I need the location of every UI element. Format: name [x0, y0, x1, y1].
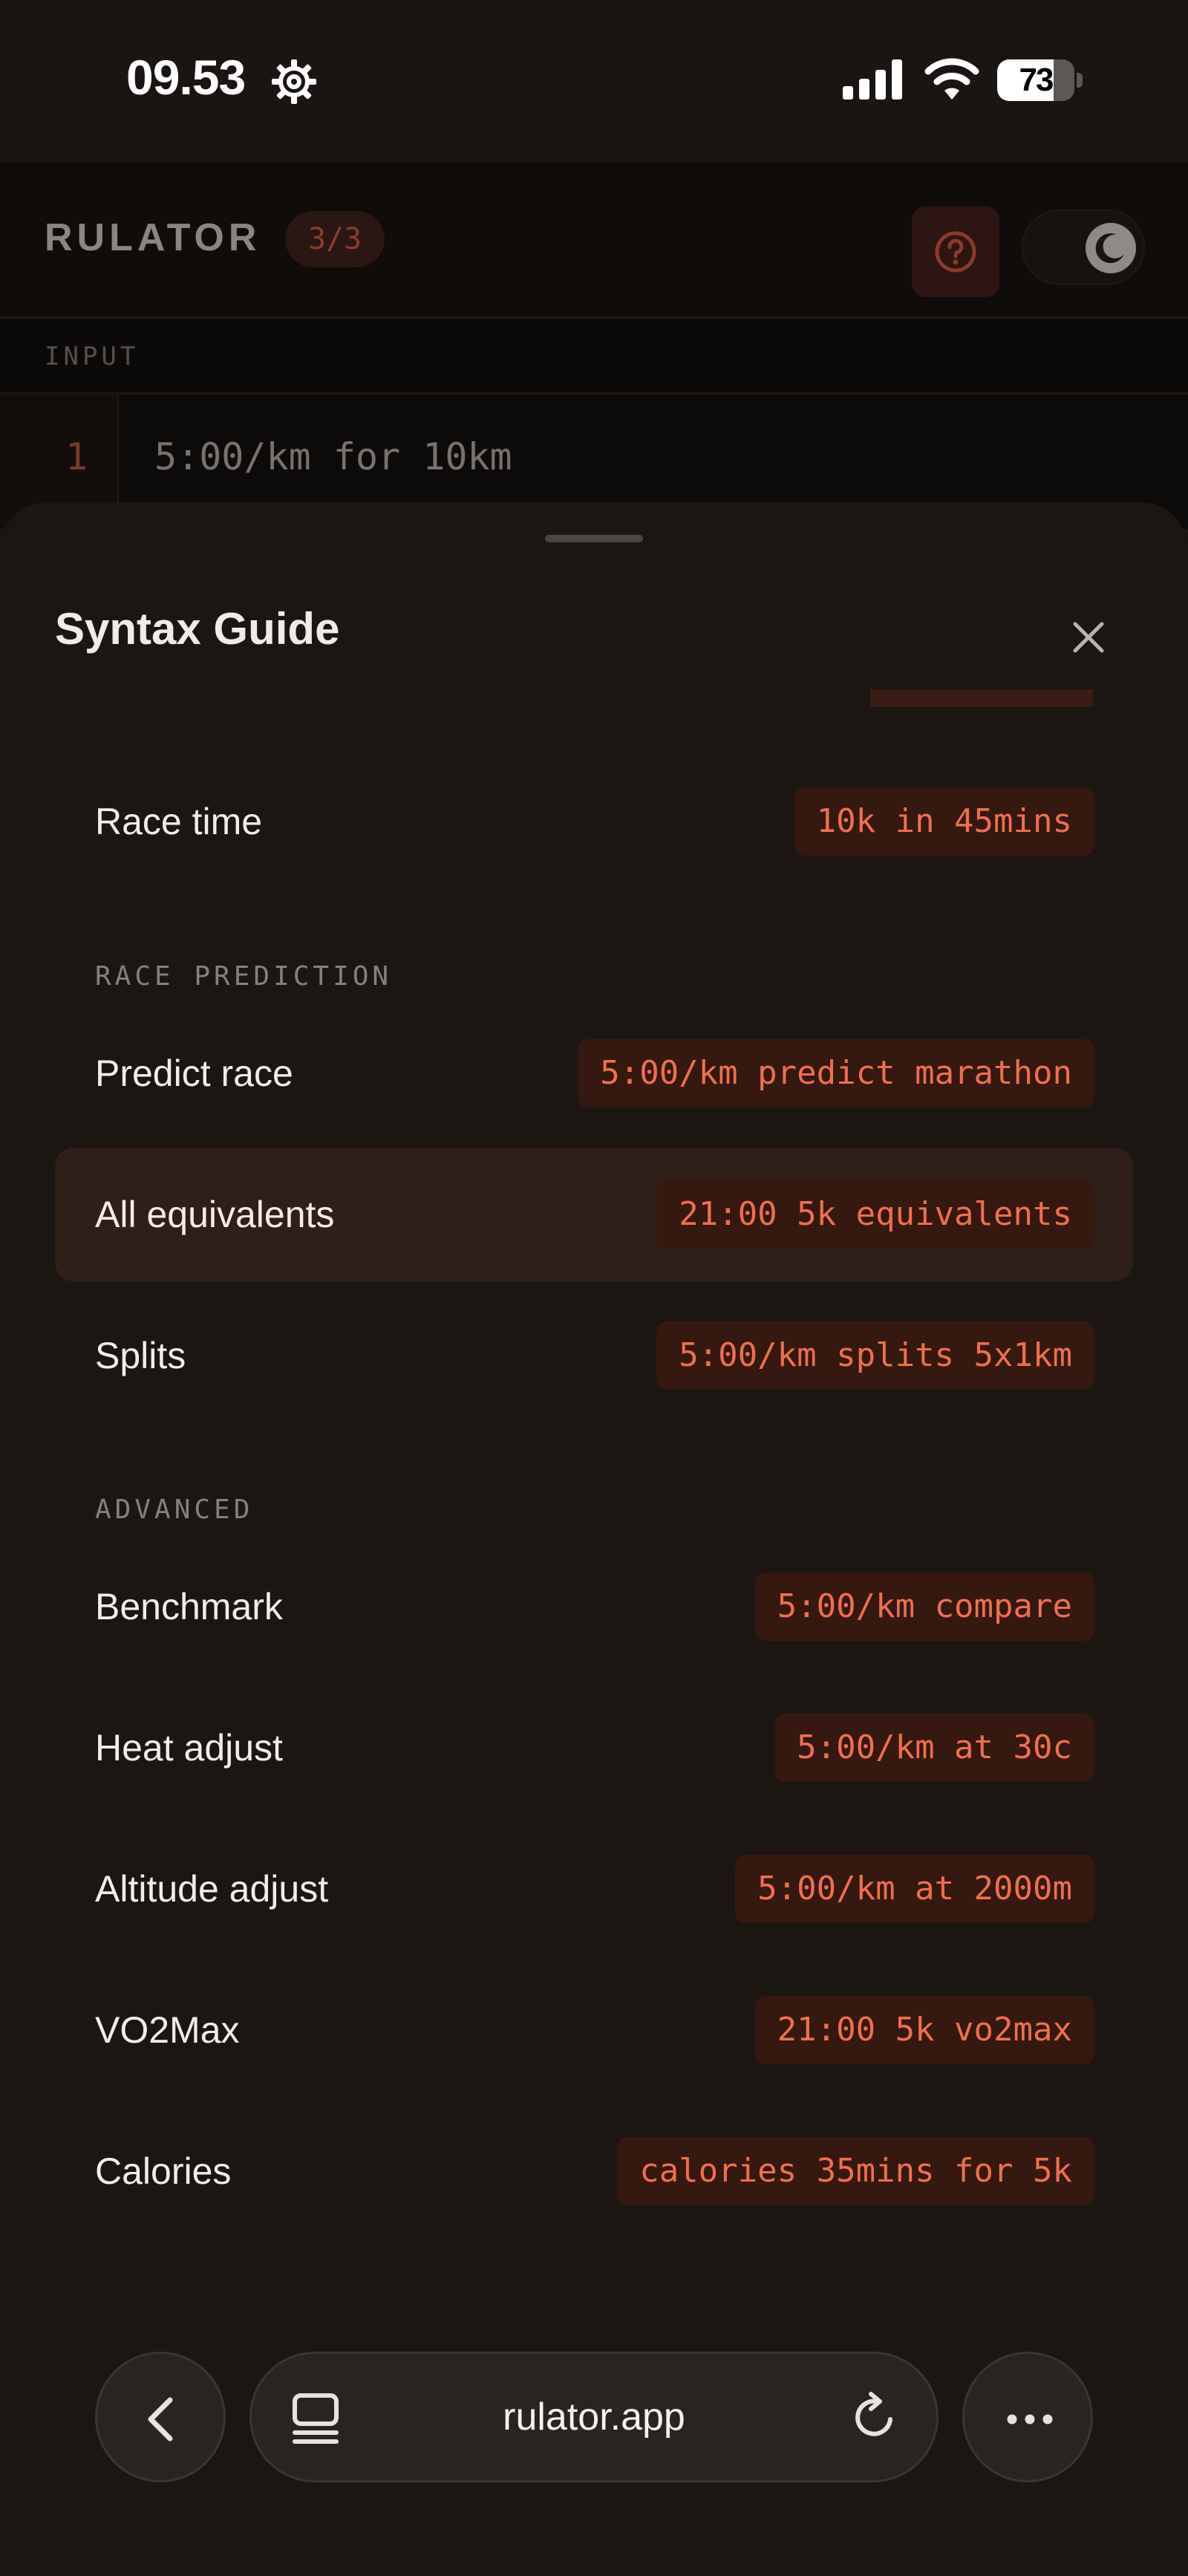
row-label: Predict race [95, 1053, 293, 1094]
guide-row-splits[interactable]: Splits 5:00/km splits 5x1km [55, 1289, 1133, 1422]
input-section-label: INPUT [45, 342, 140, 371]
guide-row-vo2max[interactable]: VO2Max 21:00 5k vo2max [55, 1963, 1133, 2097]
battery-level: 73 [1019, 62, 1054, 98]
row-label: Calories [95, 2150, 232, 2192]
example-chip[interactable]: 5:00/km at 30c [774, 1714, 1094, 1782]
guide-row-predict-race[interactable]: Predict race 5:00/km predict marathon [55, 1006, 1133, 1140]
editor-text[interactable]: 5:00/km for 10km [154, 435, 512, 478]
input-section-header: INPUT [0, 319, 1188, 394]
reload-icon[interactable] [849, 2391, 901, 2443]
status-time: 09.53 [126, 50, 246, 105]
question-circle-icon [935, 231, 976, 273]
battery-icon: 73 [997, 59, 1083, 101]
guide-row-heat-adjust[interactable]: Heat adjust 5:00/km at 30c [55, 1681, 1133, 1815]
example-chip[interactable]: 5:00/km at 2000m [735, 1855, 1094, 1923]
example-chip[interactable]: 5:00/km predict marathon [578, 1039, 1094, 1108]
guide-row-benchmark[interactable]: Benchmark 5:00/km compare [55, 1540, 1133, 1674]
section-heading-advanced: ADVANCED [95, 1494, 254, 1525]
cellular-signal-icon [843, 59, 902, 100]
sheet-title: Syntax Guide [55, 604, 340, 654]
guide-row-all-equivalents[interactable]: All equivalents 21:00 5k equivalents [55, 1148, 1133, 1281]
row-label: All equivalents [95, 1194, 335, 1235]
example-chip[interactable]: 10k in 45mins [794, 787, 1094, 856]
example-chip[interactable]: 21:00 5k equivalents [656, 1180, 1094, 1249]
address-bar[interactable]: rulator.app [249, 2352, 939, 2482]
syntax-guide-sheet: Syntax Guide Race time 10k in 45mins RAC… [0, 502, 1188, 2576]
browser-back-button[interactable] [95, 2352, 226, 2482]
chevron-left-icon [148, 2397, 173, 2442]
toggle-knob [1086, 223, 1136, 273]
example-chip[interactable]: 5:00/km splits 5x1km [656, 1321, 1094, 1390]
section-heading-race-prediction: RACE PREDICTION [95, 961, 393, 992]
url-text[interactable]: rulator.app [252, 2354, 936, 2480]
example-chip[interactable]: 21:00 5k vo2max [754, 1996, 1094, 2064]
example-chip[interactable]: calories 35mins for 5k [617, 2137, 1094, 2205]
row-label: Heat adjust [95, 1727, 283, 1769]
row-label: Race time [95, 801, 263, 842]
close-icon [1073, 622, 1104, 653]
wifi-icon [924, 58, 979, 100]
guide-row-calories[interactable]: Calories calories 35mins for 5k [55, 2104, 1133, 2238]
theme-toggle[interactable] [1022, 209, 1145, 285]
status-bar: 09.53 73 [0, 0, 1188, 162]
app-title: RULATOR [45, 216, 261, 259]
line-counter-badge: 3/3 [285, 211, 385, 267]
app-header: RULATOR 3/3 [0, 162, 1188, 318]
close-button[interactable] [1059, 608, 1118, 667]
line-number: 1 [65, 435, 88, 478]
example-chip[interactable]: 5:00/km compare [754, 1572, 1094, 1641]
row-label: Splits [95, 1335, 186, 1376]
row-label: VO2Max [95, 2009, 240, 2051]
guide-row-race-time[interactable]: Race time 10k in 45mins [55, 755, 1133, 888]
more-icon [1007, 2414, 1053, 2424]
help-button[interactable] [912, 206, 999, 297]
sheet-grabber[interactable] [545, 535, 643, 542]
row-label: Benchmark [95, 1586, 283, 1627]
gear-icon [272, 59, 316, 104]
moon-icon [1095, 233, 1124, 264]
guide-row-altitude-adjust[interactable]: Altitude adjust 5:00/km at 2000m [55, 1822, 1133, 1956]
row-label: Altitude adjust [95, 1868, 329, 1910]
more-button[interactable] [962, 2352, 1093, 2482]
